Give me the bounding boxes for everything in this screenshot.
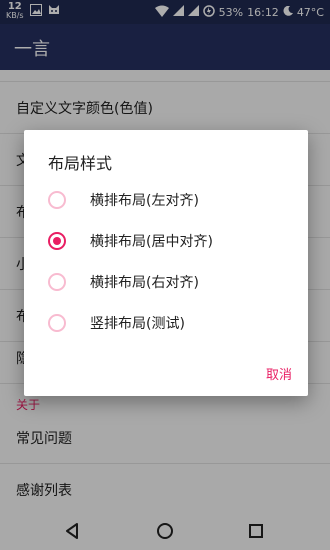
radio-option-label: 横排布局(左对齐) bbox=[90, 193, 199, 209]
radio-option-left-align[interactable]: 横排布局(左对齐) bbox=[24, 180, 308, 220]
radio-unchecked-icon bbox=[48, 191, 66, 209]
cancel-button[interactable]: 取消 bbox=[266, 364, 292, 383]
radio-option-right-align[interactable]: 横排布局(右对齐) bbox=[24, 262, 308, 302]
radio-checked-icon bbox=[48, 232, 66, 250]
layout-style-dialog: 布局样式 横排布局(左对齐) 横排布局(居中对齐) 横排布局(右对齐) 竖排布局… bbox=[24, 130, 308, 396]
radio-option-vertical[interactable]: 竖排布局(测试) bbox=[24, 303, 308, 343]
radio-option-label: 横排布局(右对齐) bbox=[90, 275, 199, 291]
radio-option-label: 竖排布局(测试) bbox=[90, 316, 185, 332]
radio-option-label: 横排布局(居中对齐) bbox=[90, 234, 213, 250]
radio-option-center-align[interactable]: 横排布局(居中对齐) bbox=[24, 221, 308, 261]
radio-unchecked-icon bbox=[48, 273, 66, 291]
radio-unchecked-icon bbox=[48, 314, 66, 332]
dialog-title: 布局样式 bbox=[48, 154, 113, 173]
